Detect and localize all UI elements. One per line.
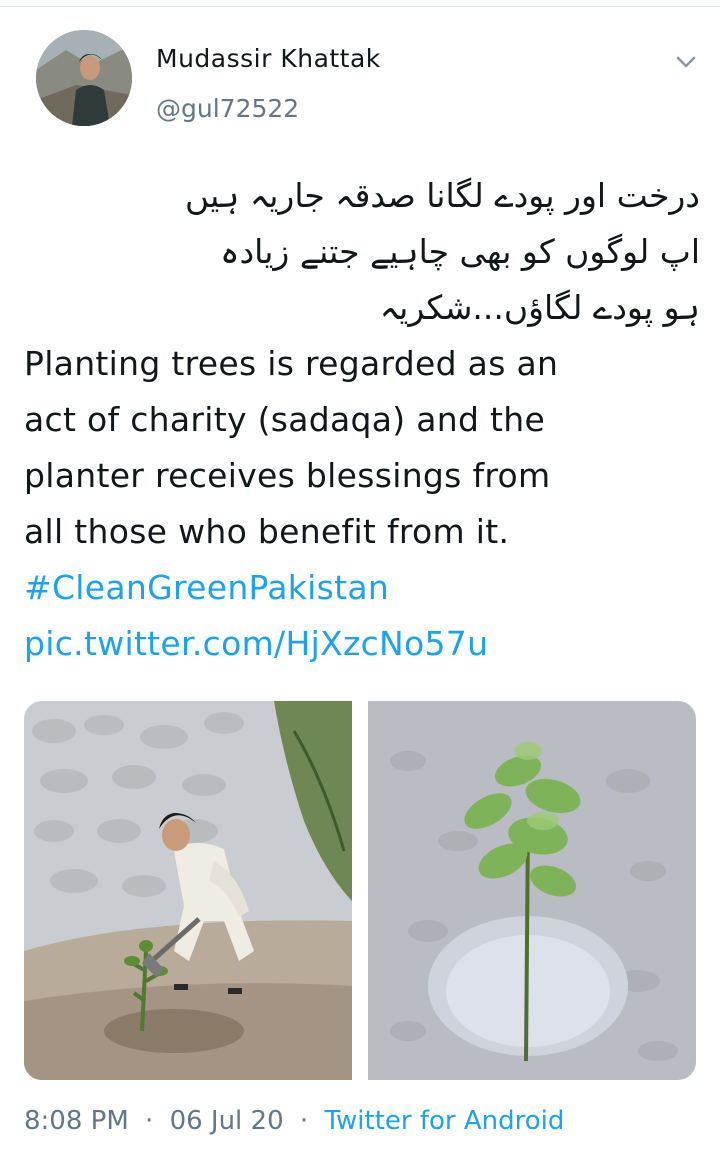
avatar-photo bbox=[36, 30, 132, 126]
english-line: Planting trees is regarded as an bbox=[24, 344, 559, 383]
chevron-down-icon[interactable] bbox=[672, 50, 700, 74]
meta-separator: · bbox=[145, 1106, 154, 1136]
tweet-meta: 8:08 PM · 06 Jul 20 · Twitter for Androi… bbox=[24, 1106, 564, 1136]
top-divider bbox=[0, 0, 720, 7]
photo-man-planting[interactable] bbox=[24, 701, 352, 1080]
tweet-date: 06 Jul 20 bbox=[169, 1106, 284, 1136]
tweet-text: درخت اور پودے لگانا صدقہ جاریہ ہیں اپ لو… bbox=[24, 168, 700, 672]
avatar[interactable] bbox=[36, 30, 132, 126]
author-handle[interactable]: @gul72522 bbox=[156, 94, 299, 123]
tweet-source-link[interactable]: Twitter for Android bbox=[324, 1106, 564, 1136]
english-line: all those who benefit from it. bbox=[24, 512, 510, 551]
meta-separator: · bbox=[299, 1106, 309, 1136]
author-display-name[interactable]: Mudassir Khattak bbox=[156, 44, 381, 73]
urdu-line: درخت اور پودے لگانا صدقہ جاریہ ہیں bbox=[184, 176, 700, 215]
tweet-time: 8:08 PM bbox=[24, 1106, 129, 1136]
photo-sapling[interactable] bbox=[368, 701, 696, 1080]
hashtag-link[interactable]: #CleanGreenPakistan bbox=[24, 560, 700, 616]
pic-link[interactable]: pic.twitter.com/HjXzcNo57u bbox=[24, 616, 700, 672]
urdu-line: اپ لوگوں کو بھی چاہیے جتنے زیادہ bbox=[220, 232, 700, 271]
english-line: planter receives blessings from bbox=[24, 456, 551, 495]
urdu-line: ہو پودے لگاؤں...شکریہ bbox=[379, 288, 700, 327]
media-grid bbox=[24, 701, 696, 1080]
english-line: act of charity (sadaqa) and the bbox=[24, 400, 546, 439]
